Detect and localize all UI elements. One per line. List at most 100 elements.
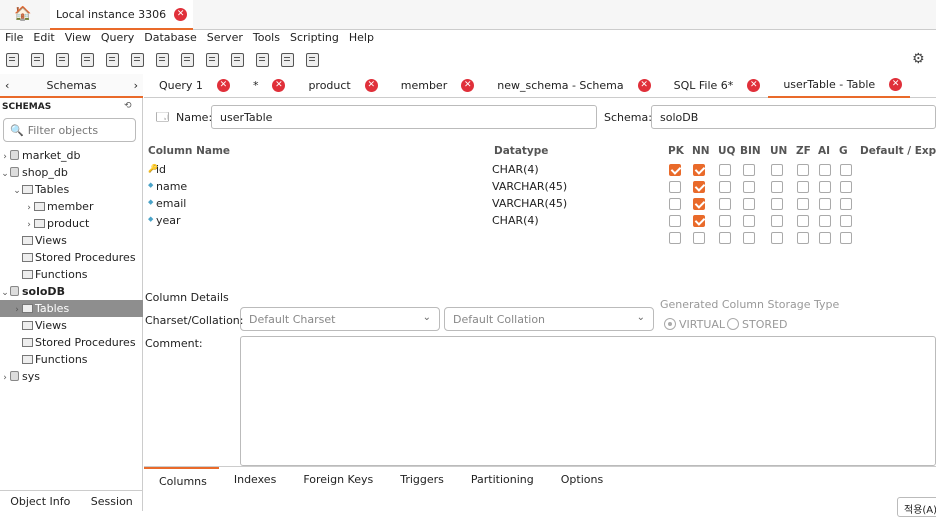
tree-item-tables[interactable]: › Tables [0, 300, 143, 317]
column-row[interactable]: ◆ year CHAR(4) [148, 213, 936, 230]
close-icon[interactable]: ✕ [216, 79, 230, 92]
checkbox-bin[interactable] [743, 181, 755, 193]
tab-product[interactable]: product ✕ [293, 74, 385, 98]
checkbox-zf[interactable] [797, 232, 809, 244]
checkbox-ai[interactable] [819, 232, 831, 244]
column-row[interactable]: ◆ email VARCHAR(45) [148, 196, 936, 213]
virtual-radio[interactable]: VIRTUAL [664, 318, 725, 331]
column-row[interactable] [148, 230, 936, 247]
bottom-tab-indexes[interactable]: Indexes [219, 467, 288, 493]
tab-sql-file-6-[interactable]: SQL File 6* ✕ [659, 74, 769, 98]
flag-header-nn[interactable]: NN [692, 145, 710, 157]
toolbar-icon[interactable] [106, 53, 119, 67]
checkbox-un[interactable] [771, 164, 783, 176]
tree-item-shop_db[interactable]: ⌄ shop_db [0, 164, 143, 181]
toolbar-icon[interactable] [31, 53, 44, 67]
bottom-tab-partitioning[interactable]: Partitioning [456, 467, 546, 493]
tab-member[interactable]: member ✕ [386, 74, 482, 98]
close-icon[interactable]: ✕ [747, 79, 761, 92]
name-input[interactable]: userTable [211, 105, 597, 129]
stored-radio[interactable]: STORED [727, 318, 787, 331]
default-header[interactable]: Default / Expre [860, 145, 936, 157]
column-name[interactable]: id [156, 163, 166, 176]
tab-new-schema-schema[interactable]: new_schema - Schema ✕ [482, 74, 658, 98]
bottom-tab-options[interactable]: Options [546, 467, 615, 493]
column-name-header[interactable]: Column Name [148, 145, 230, 157]
tab--[interactable]: * ✕ [238, 74, 294, 98]
checkbox-un[interactable] [771, 198, 783, 210]
checkbox-un[interactable] [771, 215, 783, 227]
bottom-tab-columns[interactable]: Columns [144, 466, 219, 493]
tree-item-market_db[interactable]: › market_db [0, 147, 143, 164]
column-datatype[interactable]: CHAR(4) [492, 163, 539, 176]
toolbar-icon[interactable] [6, 53, 19, 67]
tab-query-1[interactable]: Query 1 ✕ [144, 74, 238, 98]
checkbox-g[interactable] [840, 232, 852, 244]
session-tab[interactable]: Session [91, 495, 133, 508]
close-icon[interactable]: ✕ [637, 79, 651, 92]
toolbar-icon[interactable] [181, 53, 194, 67]
gear-icon[interactable]: ⚙ [912, 51, 925, 67]
tab-usertable-table[interactable]: userTable - Table ✕ [768, 74, 911, 98]
flag-header-uq[interactable]: UQ [718, 145, 735, 157]
schema-input[interactable]: soloDB [651, 105, 936, 129]
checkbox-pk[interactable] [669, 198, 681, 210]
column-datatype[interactable]: CHAR(4) [492, 214, 539, 227]
checkbox-pk[interactable] [669, 181, 681, 193]
bottom-tab-foreign-keys[interactable]: Foreign Keys [288, 467, 385, 493]
flag-header-g[interactable]: G [839, 145, 848, 157]
checkbox-pk[interactable] [669, 164, 681, 176]
menu-item-scripting[interactable]: Scripting [285, 30, 344, 46]
tree-item-views[interactable]: Views [0, 232, 143, 249]
flag-header-un[interactable]: UN [770, 145, 787, 157]
flag-header-pk[interactable]: PK [668, 145, 684, 157]
checkbox-g[interactable] [840, 181, 852, 193]
tree-item-sys[interactable]: › sys [0, 368, 143, 385]
checkbox-bin[interactable] [743, 164, 755, 176]
toolbar-icon[interactable] [156, 53, 169, 67]
close-icon[interactable]: ✕ [889, 78, 903, 91]
toolbar-icon[interactable] [206, 53, 219, 67]
column-name[interactable]: name [156, 180, 187, 193]
checkbox-uq[interactable] [719, 215, 731, 227]
column-datatype[interactable]: VARCHAR(45) [492, 180, 567, 193]
checkbox-ai[interactable] [819, 215, 831, 227]
menu-item-query[interactable]: Query [96, 30, 139, 46]
chevron-left-icon[interactable]: ‹ [5, 79, 9, 92]
apply-button[interactable]: 적용(A) [897, 497, 936, 517]
connection-tab[interactable]: Local instance 3306 ✕ [50, 0, 194, 30]
checkbox-ai[interactable] [819, 198, 831, 210]
checkbox-nn[interactable] [693, 164, 705, 176]
toolbar-icon[interactable] [231, 53, 244, 67]
menu-item-tools[interactable]: Tools [248, 30, 285, 46]
flag-header-ai[interactable]: AI [818, 145, 830, 157]
checkbox-g[interactable] [840, 198, 852, 210]
tree-item-views[interactable]: Views [0, 317, 143, 334]
checkbox-nn[interactable] [693, 215, 705, 227]
tree-item-stored-procedures[interactable]: Stored Procedures [0, 334, 143, 351]
checkbox-bin[interactable] [743, 215, 755, 227]
checkbox-bin[interactable] [743, 198, 755, 210]
tree-item-tables[interactable]: ⌄ Tables [0, 181, 143, 198]
checkbox-pk[interactable] [669, 232, 681, 244]
checkbox-zf[interactable] [797, 215, 809, 227]
checkbox-g[interactable] [840, 215, 852, 227]
menu-item-server[interactable]: Server [202, 30, 248, 46]
close-icon[interactable]: ✕ [272, 79, 286, 92]
refresh-icon[interactable]: ⟲ [124, 101, 132, 111]
checkbox-un[interactable] [771, 181, 783, 193]
chevron-icon[interactable]: › [0, 370, 10, 387]
column-datatype[interactable]: VARCHAR(45) [492, 197, 567, 210]
checkbox-uq[interactable] [719, 232, 731, 244]
menu-item-file[interactable]: File [0, 30, 28, 46]
column-name[interactable]: year [156, 214, 181, 227]
tree-item-functions[interactable]: Functions [0, 351, 143, 368]
close-icon[interactable]: ✕ [174, 7, 188, 21]
toolbar-icon[interactable] [306, 53, 319, 67]
checkbox-pk[interactable] [669, 215, 681, 227]
chevron-right-icon[interactable]: › [134, 79, 138, 92]
checkbox-uq[interactable] [719, 198, 731, 210]
menu-item-edit[interactable]: Edit [28, 30, 59, 46]
toolbar-icon[interactable] [281, 53, 294, 67]
column-row[interactable]: ◆ name VARCHAR(45) [148, 179, 936, 196]
